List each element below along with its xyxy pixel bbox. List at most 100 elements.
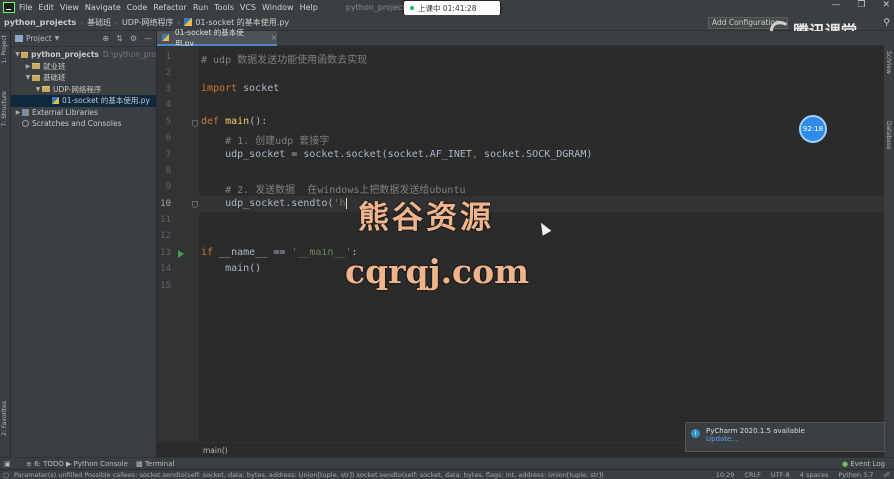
watermark-chinese: 熊谷资源 bbox=[358, 200, 494, 236]
code-line-3: import socket bbox=[201, 83, 280, 94]
tool-python-console[interactable]: ▶ Python Console bbox=[66, 460, 128, 468]
expand-arrow-icon[interactable]: ▼ bbox=[34, 86, 42, 93]
python-file-icon bbox=[162, 34, 169, 41]
chevron-down-icon[interactable]: ▼ bbox=[55, 35, 60, 42]
tab-database[interactable]: Database bbox=[885, 121, 892, 150]
line-number: 12 bbox=[160, 231, 171, 241]
recording-time: 上课中 01:41:28 bbox=[418, 3, 477, 13]
toolbar-right: ⚲ bbox=[883, 15, 890, 31]
line-number-current: 10 bbox=[160, 199, 171, 209]
right-tool-strip: SciView Database bbox=[884, 31, 894, 457]
tab-structure[interactable]: 7: Structure bbox=[1, 91, 8, 127]
line-number: 1 bbox=[165, 52, 171, 62]
menu-run[interactable]: Run bbox=[193, 3, 208, 12]
python-interpreter[interactable]: Python 3.7 bbox=[838, 471, 873, 479]
project-tree: ▼ python_projects D:\python_pro ▶ 就业班 ▼ 基… bbox=[11, 47, 156, 130]
status-bar: ▢ Parameter(s) unfilled Possible callees… bbox=[0, 469, 894, 479]
tab-favorites[interactable]: 2: Favorites bbox=[1, 401, 8, 436]
tree-item-external-libraries[interactable]: ▶ External Libraries bbox=[11, 107, 156, 119]
line-number: 2 bbox=[165, 68, 171, 78]
tree-item-python-projects[interactable]: ▼ python_projects D:\python_pro bbox=[11, 49, 156, 61]
update-link[interactable]: Update... bbox=[706, 435, 878, 443]
line-number: 14 bbox=[160, 264, 171, 274]
menu-navigate[interactable]: Navigate bbox=[85, 3, 121, 12]
breadcrumb-folder-basic[interactable]: 基础班 bbox=[83, 17, 115, 28]
menu-help[interactable]: Help bbox=[300, 3, 318, 12]
indent-setting[interactable]: 4 spaces bbox=[800, 471, 829, 479]
tree-item-jichuban[interactable]: ▼ 基础班 bbox=[11, 72, 156, 84]
expand-arrow-icon[interactable]: ▼ bbox=[24, 74, 32, 81]
notification-title: PyCharm 2020.1.5 available bbox=[706, 427, 805, 435]
close-tab-icon[interactable]: × bbox=[271, 33, 277, 42]
minimize-icon[interactable]: — bbox=[831, 0, 840, 10]
file-encoding[interactable]: UTF-8 bbox=[771, 471, 790, 479]
line-separator[interactable]: CRLF bbox=[744, 471, 760, 479]
project-panel-header: Project ▼ ⊕ ⇅ ⚙ — bbox=[11, 31, 156, 47]
pycharm-logo-icon bbox=[3, 2, 15, 13]
hide-panel-icon[interactable]: — bbox=[144, 34, 152, 43]
floating-timer-badge[interactable]: 92:18 bbox=[799, 115, 827, 143]
line-number: 13 bbox=[160, 248, 171, 258]
menu-window[interactable]: Window bbox=[262, 3, 294, 12]
run-arrow-icon[interactable] bbox=[178, 250, 184, 258]
tab-scientific-mode[interactable]: SciView bbox=[885, 51, 892, 74]
code-line-10: udp_socket.sendto('h bbox=[201, 198, 347, 209]
lock-icon[interactable]: ☍ bbox=[883, 471, 890, 479]
code-line-7: udp_socket = socket.socket(socket.AF_INE… bbox=[201, 149, 593, 160]
menu-file[interactable]: File bbox=[19, 3, 32, 12]
breadcrumb-project[interactable]: python_projects bbox=[0, 18, 80, 27]
tree-item-udp-folder[interactable]: ▼ UDP-网络程序 bbox=[11, 84, 156, 96]
menu-code[interactable]: Code bbox=[127, 3, 147, 12]
restore-icon[interactable]: ❐ bbox=[857, 0, 865, 10]
tree-item-scratches[interactable]: Scratches and Consoles bbox=[11, 118, 156, 130]
tree-item-socket-file[interactable]: 01-socket 的基本使用.py bbox=[11, 95, 156, 107]
gear-icon[interactable]: ⚙ bbox=[130, 34, 137, 43]
code-line-1: # udp 数据发送功能使用函数去实现 bbox=[201, 55, 368, 66]
breadcrumb-folder-udp[interactable]: UDP-网络程序 bbox=[118, 17, 178, 28]
python-file-icon bbox=[52, 97, 59, 105]
status-message: Parameter(s) unfilled Possible callees: … bbox=[14, 471, 604, 479]
collapse-arrow-icon[interactable]: ▶ bbox=[24, 63, 32, 70]
tool-terminal[interactable]: ▩ Terminal bbox=[136, 460, 174, 468]
fold-marker-icon[interactable] bbox=[192, 120, 198, 127]
project-icon bbox=[15, 35, 23, 42]
fold-marker-icon[interactable] bbox=[192, 201, 198, 208]
search-everywhere-icon[interactable]: ⚲ bbox=[883, 18, 890, 28]
folder-icon bbox=[32, 63, 40, 70]
line-number: 11 bbox=[160, 215, 171, 225]
folder-icon bbox=[32, 74, 40, 81]
line-number: 5 bbox=[165, 117, 171, 127]
editor-tab-socket-file[interactable]: 01-socket 的基本使用.py × bbox=[157, 28, 277, 48]
menu-refactor[interactable]: Refactor bbox=[153, 3, 187, 12]
code-editor[interactable]: # udp 数据发送功能使用函数去实现 import socket def ma… bbox=[199, 46, 884, 442]
watermark-url: cqrqj.com bbox=[345, 252, 530, 291]
menu-edit[interactable]: Edit bbox=[38, 3, 54, 12]
locate-file-icon[interactable]: ⊕ bbox=[102, 34, 109, 43]
scratches-icon bbox=[22, 120, 29, 128]
line-number: 9 bbox=[165, 182, 171, 192]
caret-position[interactable]: 10:29 bbox=[716, 471, 735, 479]
tool-window-bar: ▣ ≡ 6: TODO ▶ Python Console ▩ Terminal … bbox=[0, 457, 894, 469]
tab-project[interactable]: 1: Project bbox=[1, 35, 8, 63]
code-line-5: def main(): bbox=[201, 116, 268, 127]
close-icon[interactable]: ✕ bbox=[882, 0, 890, 10]
recording-indicator[interactable]: 上课中 01:41:28 bbox=[404, 1, 500, 15]
status-toggle-icon[interactable]: ▢ bbox=[3, 471, 9, 479]
update-notification: i PyCharm 2020.1.5 available Update... bbox=[685, 422, 885, 452]
tree-item-jiuyeban[interactable]: ▶ 就业班 bbox=[11, 61, 156, 73]
collapse-arrow-icon[interactable]: ▶ bbox=[14, 109, 22, 116]
line-number: 7 bbox=[165, 150, 171, 160]
tool-event-log[interactable]: ● Event Log bbox=[842, 460, 885, 468]
line-number: 3 bbox=[165, 84, 171, 94]
menu-vcs[interactable]: VCS bbox=[240, 3, 256, 12]
line-number: 8 bbox=[165, 166, 171, 176]
menu-view[interactable]: View bbox=[60, 3, 79, 12]
code-line-14: main() bbox=[201, 263, 262, 274]
tool-todo[interactable]: ≡ 6: TODO bbox=[26, 460, 64, 468]
project-panel-title[interactable]: Project bbox=[26, 34, 52, 43]
collapse-all-icon[interactable]: ⇅ bbox=[116, 34, 123, 43]
project-panel: Project ▼ ⊕ ⇅ ⚙ — ▼ python_projects D:\py… bbox=[11, 31, 157, 457]
menu-tools[interactable]: Tools bbox=[214, 3, 234, 12]
layout-toggle-icon[interactable]: ▣ bbox=[4, 460, 11, 468]
expand-arrow-icon[interactable]: ▼ bbox=[14, 51, 21, 58]
